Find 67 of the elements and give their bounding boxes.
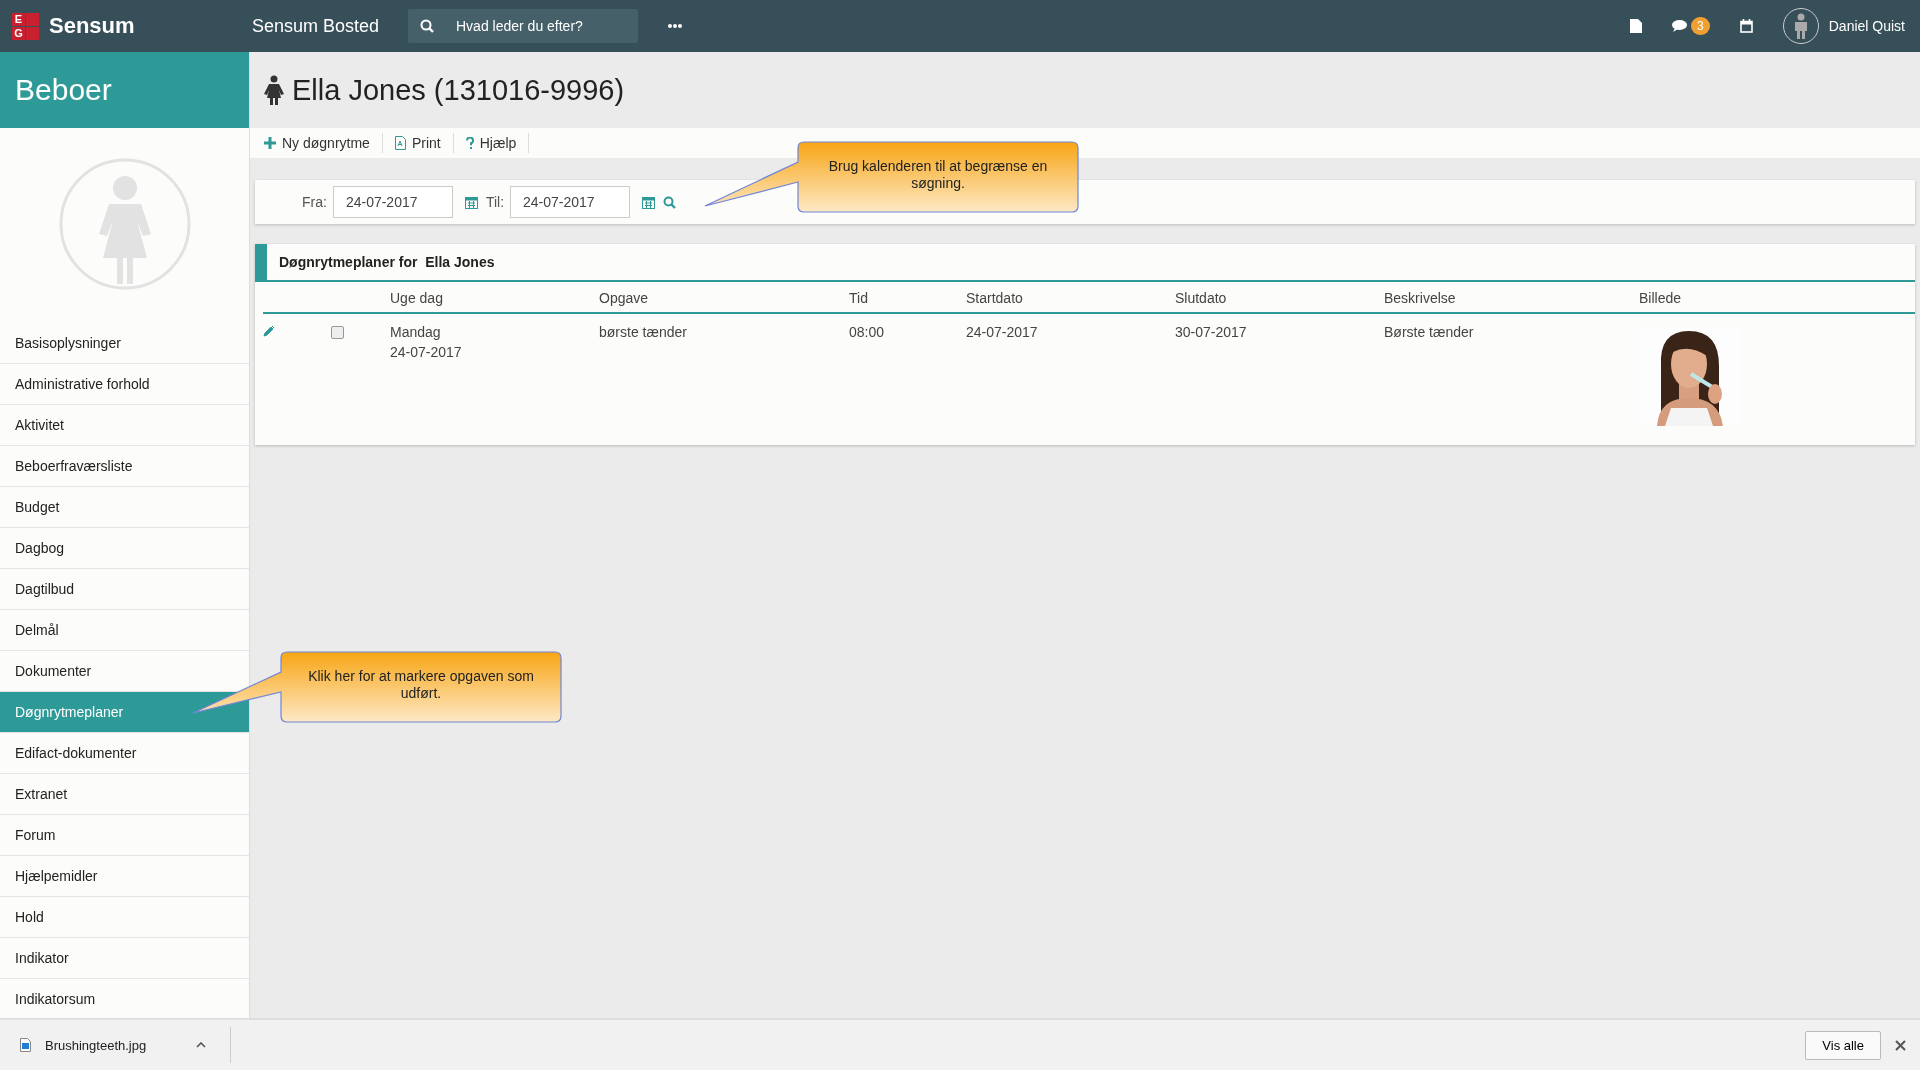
document-icon[interactable] bbox=[1630, 19, 1643, 33]
toolbar-button[interactable]: Print bbox=[390, 133, 454, 153]
pencil-icon[interactable] bbox=[263, 325, 275, 337]
brand-name: Sensum bbox=[49, 13, 136, 39]
sidebar-item[interactable]: Beboerfraværsliste bbox=[0, 446, 249, 487]
date-field[interactable]: 24-07-2017 bbox=[332, 186, 453, 218]
table-cell-text: Børste tænder bbox=[1384, 323, 1475, 342]
table-cell-text: 24-07-2017 bbox=[966, 323, 1039, 342]
field-label: Til: bbox=[485, 194, 505, 210]
date-field[interactable]: 24-07-2017 bbox=[510, 186, 631, 218]
image-file-icon bbox=[20, 1038, 31, 1052]
caret-icon[interactable] bbox=[196, 1042, 207, 1048]
row-checkbox[interactable] bbox=[331, 326, 344, 339]
column-header: Tid bbox=[849, 282, 966, 314]
sidebar-item[interactable]: Budget bbox=[0, 487, 249, 528]
table-cell-text: børste tænder bbox=[599, 323, 688, 342]
toolbar-button[interactable]: Ny døgnrytme bbox=[260, 133, 383, 153]
download-file-name[interactable]: Brushingteeth.jpg bbox=[45, 1037, 147, 1053]
sidebar-item[interactable]: Dagbog bbox=[0, 528, 249, 569]
person-icon bbox=[264, 75, 284, 105]
resident-avatar-icon bbox=[58, 158, 191, 290]
column-header: Startdato bbox=[966, 282, 1175, 314]
page-title: Ella Jones (131016-9996) bbox=[292, 73, 625, 107]
column-header: Slutdato bbox=[1175, 282, 1384, 314]
message-count-badge: 3 bbox=[1691, 17, 1710, 35]
section-title: Beboer bbox=[0, 52, 249, 128]
chat-icon[interactable] bbox=[1672, 20, 1688, 32]
toolbar-button[interactable]: Hjælp bbox=[461, 133, 530, 153]
logo-square bbox=[26, 26, 39, 40]
more-icon[interactable] bbox=[668, 24, 682, 28]
sidebar-item[interactable]: Edifact-dokumenter bbox=[0, 733, 249, 774]
search-field[interactable]: Hvad leder du efter? bbox=[408, 9, 638, 43]
column-header: Billede bbox=[1639, 282, 1915, 314]
sidebar-item[interactable]: Hjælpemidler bbox=[0, 856, 249, 897]
pdf-file-icon bbox=[394, 136, 406, 150]
table-title: Døgnrytmeplaner for Ella Jones bbox=[279, 254, 495, 270]
app-title: Sensum Bosted bbox=[252, 15, 381, 37]
search-icon[interactable] bbox=[663, 195, 677, 209]
sidebar-item[interactable]: Dagtilbud bbox=[0, 569, 249, 610]
help-icon bbox=[465, 137, 474, 149]
sidebar-item[interactable]: Extranet bbox=[0, 774, 249, 815]
sidebar-item[interactable]: Aktivitet bbox=[0, 405, 249, 446]
sidebar-item[interactable]: Basisoplysninger bbox=[0, 323, 249, 364]
table-cell-text: 30-07-2017 bbox=[1175, 323, 1248, 342]
sidebar-item[interactable]: Hold bbox=[0, 897, 249, 938]
table-cell-text: 24-07-2017 bbox=[390, 343, 463, 362]
show-all-button[interactable]: Vis alle bbox=[1805, 1030, 1881, 1060]
search-icon bbox=[420, 19, 434, 33]
table-cell-text: Mandag bbox=[390, 323, 442, 342]
column-header: Uge dag bbox=[390, 282, 599, 314]
sidebar-item[interactable]: Forum bbox=[0, 815, 249, 856]
callout-text: Klik her for at markere opgaven som udført. bbox=[307, 668, 535, 702]
logo-square bbox=[26, 12, 39, 26]
callout-text: Brug kalenderen til at begrænse en søgning. bbox=[827, 158, 1049, 192]
close-icon[interactable] bbox=[1895, 1039, 1906, 1051]
sidebar-item[interactable]: Administrative forhold bbox=[0, 364, 249, 405]
table-cell-text: 08:00 bbox=[849, 323, 886, 342]
sidebar-item[interactable]: Indikator bbox=[0, 938, 249, 979]
logo-letter: G bbox=[12, 26, 25, 40]
logo-letter: E bbox=[12, 12, 25, 26]
plus-icon bbox=[264, 137, 276, 149]
sidebar-item[interactable]: Delmål bbox=[0, 610, 249, 651]
column-header: Opgave bbox=[599, 282, 849, 314]
field-label: Fra: bbox=[302, 194, 327, 210]
column-header: Beskrivelse bbox=[1384, 282, 1639, 314]
person-icon bbox=[1792, 13, 1809, 39]
user-name[interactable]: Daniel Quist bbox=[1828, 18, 1905, 34]
